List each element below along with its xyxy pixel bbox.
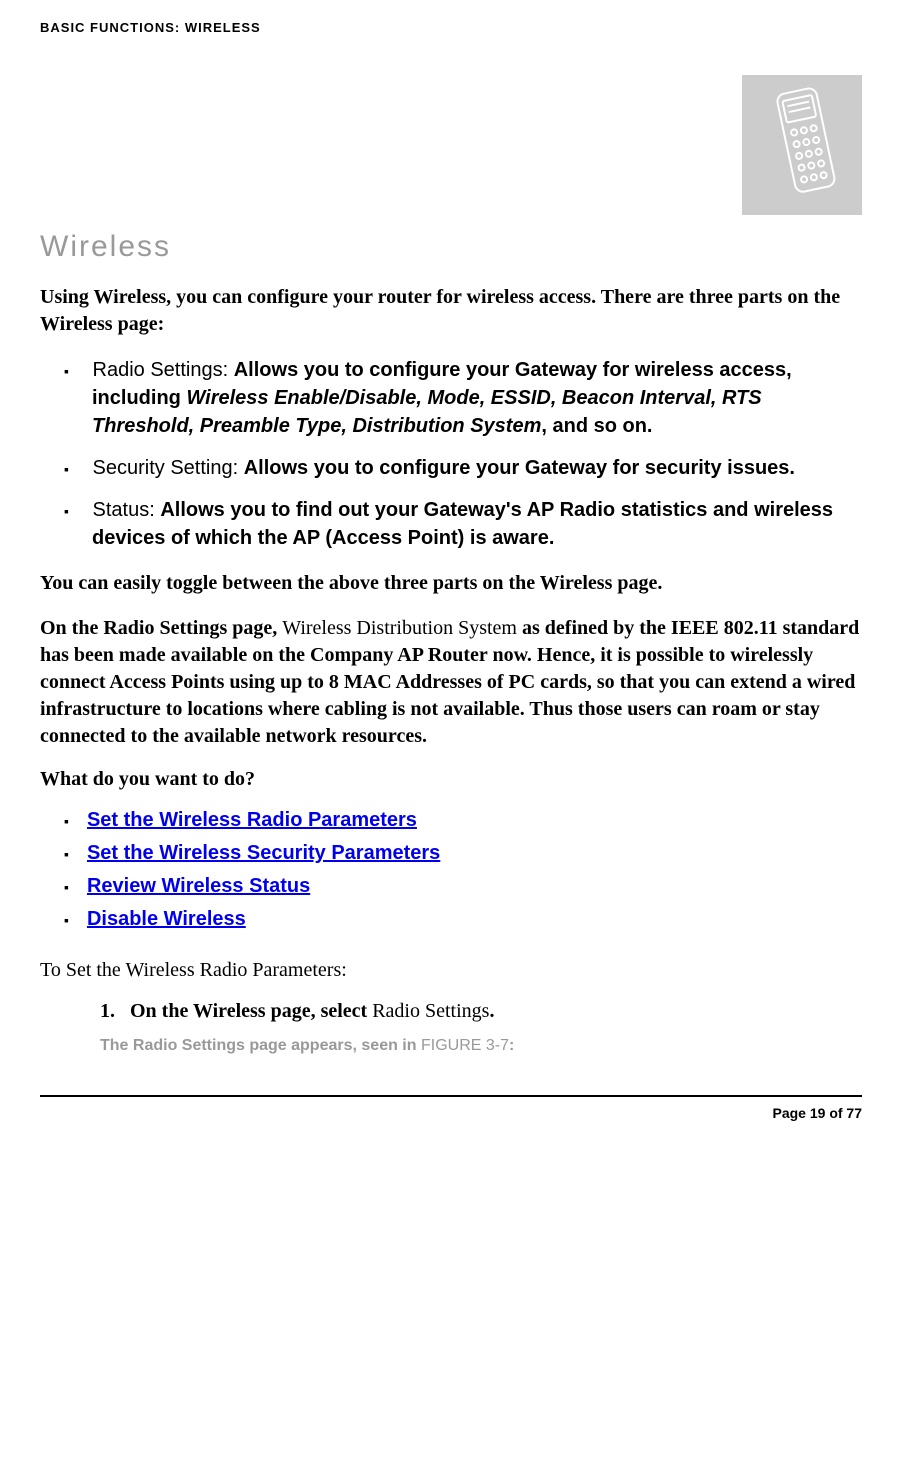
task-link-list: Set the Wireless Radio Parameters Set th… [40, 809, 862, 931]
phone-icon [772, 85, 842, 205]
link-set-radio-params[interactable]: Set the Wireless Radio Parameters [87, 809, 417, 831]
page-footer: Page 19 of 77 [40, 1095, 862, 1121]
figure-suffix: : [509, 1037, 514, 1054]
figure-caption: The Radio Settings page appears, seen in… [40, 1037, 862, 1055]
bullet-label: Security Setting: [93, 457, 244, 479]
figure-prefix: The Radio Settings page appears, seen in [100, 1037, 421, 1054]
parts-bullet-list: Radio Settings: Allows you to configure … [40, 356, 862, 552]
bullet-label: Status: [93, 499, 161, 521]
step-nonbold: Radio Settings [372, 1000, 489, 1022]
link-item: Set the Wireless Radio Parameters [40, 809, 862, 832]
step-num: 1. [100, 1000, 115, 1022]
link-item: Disable Wireless [40, 908, 862, 931]
toggle-paragraph: You can easily toggle between the above … [40, 570, 862, 597]
figure-number: FIGURE 3-7 [421, 1037, 509, 1054]
step-trail: . [489, 1000, 494, 1022]
wds-normal: Wireless Distribution System [282, 617, 517, 639]
bullet-status: Status: Allows you to find out your Gate… [40, 496, 862, 552]
link-disable-wireless[interactable]: Disable Wireless [87, 908, 246, 930]
step-bold: On the Wireless page, select [130, 1000, 372, 1022]
bullet-text-after: , and so on. [541, 415, 652, 437]
wds-prefix: On the Radio Settings page, [40, 617, 282, 639]
link-set-security-params[interactable]: Set the Wireless Security Parameters [87, 842, 440, 864]
link-review-status[interactable]: Review Wireless Status [87, 875, 310, 897]
bullet-label: Radio Settings: [93, 359, 234, 381]
bullet-italic: Wireless Enable/Disable, Mode, ESSID, Be… [92, 387, 762, 437]
bullet-radio-settings: Radio Settings: Allows you to configure … [40, 356, 862, 440]
bullet-text: Allows you to find out your Gateway's AP… [92, 499, 833, 549]
wds-paragraph: On the Radio Settings page, Wireless Dis… [40, 615, 862, 750]
page-number: Page 19 of 77 [773, 1105, 863, 1121]
step-1: 1. On the Wireless page, select Radio Se… [40, 1000, 862, 1023]
phone-illustration-container [40, 75, 862, 220]
link-item: Set the Wireless Security Parameters [40, 842, 862, 865]
section-title: Wireless [40, 230, 862, 264]
bullet-security-setting: Security Setting: Allows you to configur… [40, 454, 862, 482]
bullet-text: Allows you to configure your Gateway for… [244, 457, 795, 479]
running-header: BASIC FUNCTIONS: WIRELESS [40, 20, 862, 35]
procedure-heading: To Set the Wireless Radio Parameters: [40, 959, 862, 982]
link-item: Review Wireless Status [40, 875, 862, 898]
question-heading: What do you want to do? [40, 768, 862, 791]
intro-text: Using Wireless, you can configure your r… [40, 284, 862, 338]
phone-icon-box [742, 75, 862, 215]
